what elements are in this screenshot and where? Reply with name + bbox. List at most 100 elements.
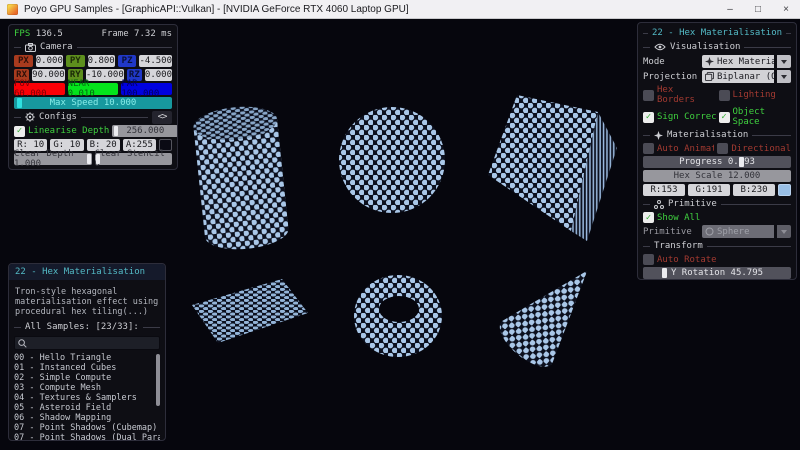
hex-scale-drag[interactable]: Hex Scale 12.000 — [643, 170, 791, 182]
px-badge: PX — [14, 55, 33, 67]
circle-icon — [705, 227, 714, 236]
list-scrollbar[interactable] — [156, 354, 160, 406]
auto-animate-checkbox[interactable] — [643, 143, 654, 154]
molecule-icon — [654, 200, 664, 209]
mode-dropdown-arrow[interactable] — [777, 55, 791, 68]
py-field[interactable]: 0.800 — [88, 55, 115, 67]
auto-animate-label: Auto Animat — [657, 144, 714, 154]
inspector-title: 22 - Hex Materialisation — [643, 27, 791, 39]
sample-item[interactable]: 01 - Instanced Cubes — [14, 363, 160, 373]
all-samples-header[interactable]: All Samples: [23/33]: — [14, 321, 160, 333]
transform-header[interactable]: Transform — [643, 240, 791, 252]
eye-icon — [654, 43, 666, 51]
clear-stencil-drag[interactable]: Clear Stencil 0 — [95, 153, 173, 165]
primitive-header[interactable]: Primitive — [643, 198, 791, 210]
projection-label: Projection — [643, 72, 699, 82]
plane-object — [190, 277, 310, 345]
camera-header[interactable]: Camera — [14, 41, 172, 53]
samples-panel: 22 - Hex Materialisation Tron-style hexa… — [8, 263, 166, 441]
linearise-depth-label: Linearise Depth — [28, 126, 109, 136]
y-rotation-slider[interactable]: Y Rotation 45.795 — [643, 267, 791, 279]
samples-panel-title[interactable]: 22 - Hex Materialisation — [9, 264, 165, 280]
show-all-checkbox[interactable]: ✓ — [643, 212, 654, 223]
sample-search-box[interactable] — [14, 336, 160, 350]
projection-dropdown[interactable]: Biplanar (Quilez) — [702, 70, 774, 83]
lighting-label: Lighting — [733, 90, 792, 100]
camera-icon — [25, 43, 36, 52]
torus-object — [352, 273, 444, 359]
py-badge: PY — [66, 55, 85, 67]
primitive-dropdown-arrow — [777, 225, 791, 238]
chevron-down-icon — [781, 75, 787, 82]
cone-object — [498, 255, 603, 373]
lighting-checkbox[interactable] — [719, 90, 730, 101]
search-icon — [18, 339, 27, 348]
hex-r-button[interactable]: R:153 — [643, 184, 685, 196]
hex-borders-checkbox[interactable] — [643, 90, 654, 101]
directional-checkbox[interactable] — [717, 143, 728, 154]
search-input[interactable] — [30, 338, 156, 348]
sample-item[interactable]: 04 - Textures & Samplers — [14, 393, 160, 403]
linearise-depth-checkbox[interactable]: ✓ — [14, 126, 25, 137]
sample-item[interactable]: 06 - Shadow Mapping — [14, 413, 160, 423]
sample-item[interactable]: 00 - Hello Triangle — [14, 353, 160, 363]
px-field[interactable]: 0.000 — [36, 55, 63, 67]
cube-object — [483, 93, 623, 245]
directional-label: Directional — [731, 144, 791, 154]
sparkle-icon — [654, 131, 663, 140]
code-button[interactable]: <> — [152, 111, 172, 124]
clear-depth-drag[interactable]: Clear Depth 1.000 — [14, 153, 92, 165]
mode-dropdown[interactable]: Hex Materialise — [702, 55, 774, 68]
materialisation-header[interactable]: Materialisation — [643, 129, 791, 141]
far-button[interactable]: FAR 100.000 — [121, 83, 172, 95]
object-space-label: Object Space — [733, 107, 792, 127]
sample-item[interactable]: 07 - Point Shadows (Cubemap) — [14, 423, 160, 433]
layers-icon — [705, 72, 714, 81]
hex-color-swatch[interactable] — [778, 184, 791, 196]
minimize-button[interactable]: – — [716, 0, 744, 19]
chevron-down-icon — [781, 60, 787, 67]
close-button[interactable]: × — [772, 0, 800, 19]
max-speed-slider[interactable]: Max Speed 10.000 — [14, 97, 172, 109]
lens-row: FOV 60.000 NEAR 0.010 FAR 100.000 — [14, 83, 172, 95]
sample-item[interactable]: 03 - Compute Mesh — [14, 383, 160, 393]
pz-field[interactable]: -4.500 — [139, 55, 172, 67]
window-title: Poyo GPU Samples - [GraphicAPI::Vulkan] … — [24, 4, 716, 15]
hex-borders-label: Hex Borders — [657, 85, 716, 105]
app-window: Poyo GPU Samples - [GraphicAPI::Vulkan] … — [0, 0, 800, 450]
configs-header[interactable]: Configs <> — [14, 111, 172, 123]
linearise-depth-slider[interactable]: 256.000 — [112, 125, 178, 137]
near-button[interactable]: NEAR 0.010 — [68, 83, 119, 95]
visualisation-header[interactable]: Visualisation — [643, 41, 791, 53]
auto-rotate-checkbox[interactable] — [643, 254, 654, 265]
fps-row: FPS 136.5 Frame 7.32 ms — [14, 29, 172, 39]
projection-dropdown-arrow[interactable] — [777, 70, 791, 83]
auto-rotate-label: Auto Rotate — [657, 255, 717, 265]
fps-value: 136.5 — [36, 29, 63, 39]
object-space-checkbox[interactable]: ✓ — [719, 112, 730, 123]
pz-badge: PZ — [118, 55, 137, 67]
sign-correction-label: Sign Correc — [657, 112, 716, 122]
title-bar: Poyo GPU Samples - [GraphicAPI::Vulkan] … — [0, 0, 800, 19]
fov-button[interactable]: FOV 60.000 — [14, 83, 65, 95]
chevron-down-icon — [781, 230, 787, 237]
sphere-object — [337, 105, 447, 215]
cylinder-object — [193, 101, 289, 255]
sample-item[interactable]: 07 - Point Shadows (Dual Paraboloid) — [14, 433, 160, 441]
hex-b-button[interactable]: B:230 — [733, 184, 775, 196]
hex-g-button[interactable]: G:191 — [688, 184, 730, 196]
stats-camera-panel: FPS 136.5 Frame 7.32 ms Camera PX 0.000 … — [8, 24, 178, 170]
sample-item[interactable]: 05 - Asteroid Field — [14, 403, 160, 413]
primitive-dropdown: Sphere — [702, 225, 774, 238]
inspector-panel: 22 - Hex Materialisation Visualisation M… — [637, 22, 797, 280]
primitive-label: Primitive — [643, 227, 699, 237]
maximize-button[interactable]: □ — [744, 0, 772, 19]
sample-item[interactable]: 02 - Simple Compute — [14, 373, 160, 383]
show-all-label: Show All — [657, 213, 700, 223]
sign-correction-checkbox[interactable]: ✓ — [643, 112, 654, 123]
app-icon — [7, 4, 18, 15]
progress-slider[interactable]: Progress 0.693 — [643, 156, 791, 168]
materialise-icon — [705, 57, 714, 66]
mode-label: Mode — [643, 57, 699, 67]
samples-list: 00 - Hello Triangle 01 - Instanced Cubes… — [14, 353, 160, 441]
